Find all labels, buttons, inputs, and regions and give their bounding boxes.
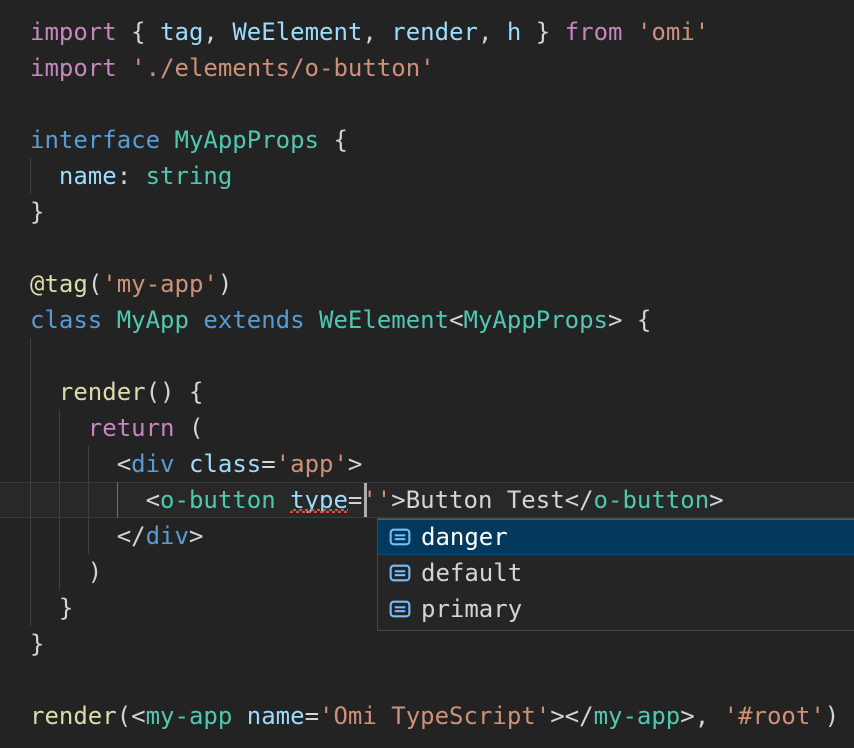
suggest-item-label: danger [421,523,508,551]
autocomplete-suggest-widget[interactable]: danger default primary [377,518,854,631]
code-line: import { tag, WeElement, render, h } fro… [30,18,710,46]
enum-member-icon [389,600,411,618]
code-line: render() { [58,378,204,406]
suggest-item-label: primary [421,595,523,623]
suggest-item[interactable]: default [378,555,854,591]
code-line: } [30,630,45,658]
code-line: interface MyAppProps { [30,126,348,154]
suggest-item-label: default [421,559,523,587]
code-line: render(<my-app name='Omi TypeScript'></m… [30,702,840,730]
enum-member-icon [389,564,411,582]
enum-member-icon [389,528,411,546]
code-line: @tag('my-app') [30,270,233,298]
code-line: import './elements/o-button' [30,54,435,82]
code-line: <div class='app'> [116,450,363,478]
error-token: type [290,486,348,514]
suggest-item[interactable]: danger [378,519,854,555]
code-text-area[interactable]: import { tag, WeElement, render, h } fro… [0,0,854,748]
code-editor[interactable]: import { tag, WeElement, render, h } fro… [0,0,854,748]
code-line: return ( [87,414,204,442]
code-line: <o-button type=''>Button Test</o-button> [145,486,724,514]
code-line: class MyApp extends WeElement<MyAppProps… [30,306,652,334]
code-line: name: string [58,162,233,190]
code-line: } [30,198,45,226]
suggest-item[interactable]: primary [378,591,854,627]
text-cursor [364,483,367,517]
